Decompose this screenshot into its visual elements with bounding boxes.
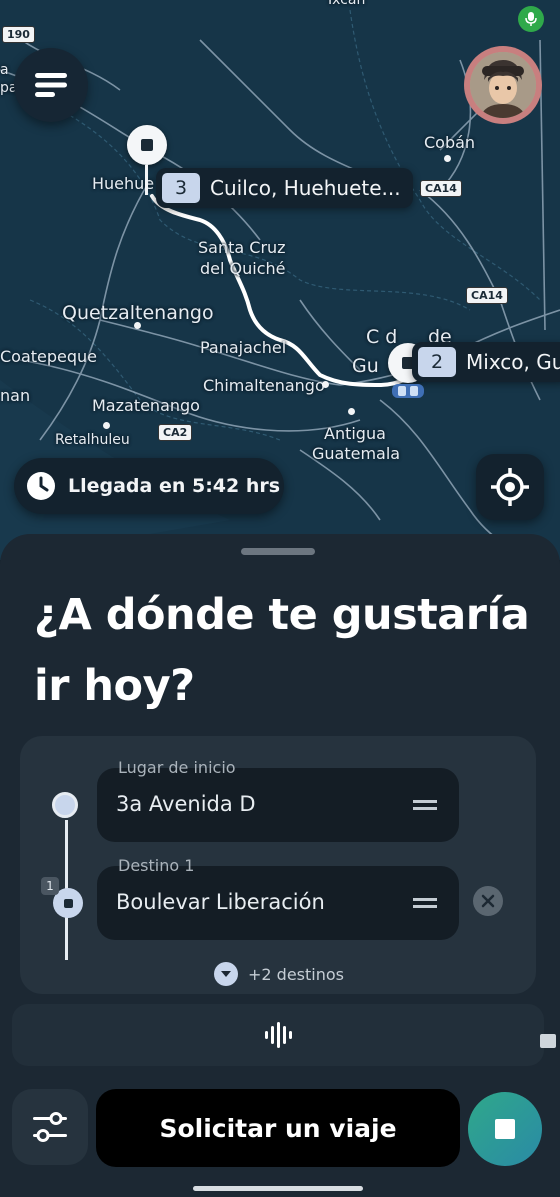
avatar xyxy=(470,52,536,118)
map-label-gu: Gu xyxy=(352,355,379,377)
truck-icon xyxy=(540,1034,556,1048)
map-label-guatemala: Guatemala xyxy=(312,444,401,463)
remove-destination-button[interactable] xyxy=(473,886,503,916)
destination-field[interactable]: Destino 1 Boulevar Liberación xyxy=(97,856,459,940)
road-shield-ca14: CA14 xyxy=(420,180,462,197)
map-label-quetzaltenango: Quetzaltenango xyxy=(62,302,214,324)
road-shield-ca2: CA2 xyxy=(158,424,193,441)
route-card: 1 Lugar de inicio 3a Avenida D Destino 1… xyxy=(20,736,536,994)
close-icon xyxy=(481,894,495,908)
voice-input-bar[interactable] xyxy=(12,1004,544,1066)
stop-square-icon xyxy=(141,139,153,151)
mic-icon xyxy=(525,12,537,26)
map-label-retalhuleu: Retalhuleu xyxy=(55,432,130,448)
destination-label: Destino 1 xyxy=(118,856,195,875)
map-label-panajachel: Panajachel xyxy=(200,338,287,357)
eta-text: Llegada en 5:42 hrs xyxy=(68,475,281,497)
origin-value: 3a Avenida D xyxy=(116,792,256,816)
origin-field[interactable]: Lugar de inicio 3a Avenida D xyxy=(97,758,459,842)
car-icon xyxy=(392,384,424,398)
map-label-cd: C d xyxy=(366,326,398,348)
reorder-handle-icon[interactable] xyxy=(413,800,437,810)
locate-button[interactable] xyxy=(476,454,544,520)
map-label-santa-cruz: Santa Cruz xyxy=(198,238,286,257)
waypoint-number: 3 xyxy=(162,173,200,203)
city-dot xyxy=(444,155,451,162)
clock-icon xyxy=(27,472,55,500)
waypoint-pin[interactable] xyxy=(127,125,167,165)
waypoint-label-2[interactable]: 2 Mixco, Gu xyxy=(412,342,560,382)
menu-button[interactable] xyxy=(14,48,88,122)
stop-recording-button[interactable] xyxy=(468,1092,542,1166)
waypoint-label-3[interactable]: 3 Cuilco, Huehuete... xyxy=(156,168,413,208)
origin-marker-icon xyxy=(52,792,78,818)
profile-button[interactable] xyxy=(464,46,542,124)
eta-pill: Llegada en 5:42 hrs xyxy=(14,458,284,514)
voice-waveform-icon xyxy=(265,1022,292,1048)
destination-index: 1 xyxy=(41,877,59,895)
map-label-chimaltenango: Chimaltenango xyxy=(203,376,325,395)
map-label-mazatenango: Mazatenango xyxy=(92,396,200,415)
more-destinations-toggle[interactable]: +2 destinos xyxy=(214,962,344,986)
map-label-antigua: Antigua xyxy=(324,424,386,443)
city-dot xyxy=(134,322,141,329)
road-shield-ca14: CA14 xyxy=(466,287,508,304)
destination-value: Boulevar Liberación xyxy=(116,890,325,914)
city-dot xyxy=(322,381,329,388)
waypoint-name: Cuilco, Huehuete... xyxy=(210,176,401,200)
city-dot xyxy=(103,422,110,429)
map-label-nan: nan xyxy=(0,386,31,405)
map-label-a: a xyxy=(0,62,9,78)
map-label-ixcan: Ixcán xyxy=(328,0,366,8)
pin-stem xyxy=(145,165,148,195)
filters-button[interactable] xyxy=(12,1089,88,1165)
mic-indicator xyxy=(518,6,544,32)
city-dot xyxy=(348,408,355,415)
road-shield-190: 190 xyxy=(2,26,35,43)
crosshair-icon xyxy=(491,468,529,506)
reorder-handle-icon[interactable] xyxy=(413,898,437,908)
map-label-coatepeque: Coatepeque xyxy=(0,347,98,366)
home-indicator[interactable] xyxy=(193,1186,363,1191)
stop-icon xyxy=(495,1119,515,1139)
waypoint-number: 2 xyxy=(418,347,456,377)
menu-icon xyxy=(35,73,67,97)
sliders-icon xyxy=(33,1112,67,1142)
sheet-drag-handle[interactable] xyxy=(241,548,315,555)
waypoint-name: Mixco, Gu xyxy=(466,350,560,374)
map-label-del-quiche: del Quiché xyxy=(200,259,286,278)
chevron-down-icon xyxy=(214,962,238,986)
map-view[interactable]: Ixcán Cobán Huehue Santa Cruz del Quiché… xyxy=(0,0,560,560)
more-destinations-label: +2 destinos xyxy=(248,964,344,984)
page-title: ¿A dónde te gustaría ir hoy? xyxy=(34,590,530,711)
origin-label: Lugar de inicio xyxy=(118,758,236,777)
request-ride-button[interactable]: Solicitar un viaje xyxy=(96,1089,460,1167)
map-label-coban: Cobán xyxy=(424,133,476,152)
bottom-sheet: ¿A dónde te gustaría ir hoy? 1 Lugar de … xyxy=(0,534,560,1197)
